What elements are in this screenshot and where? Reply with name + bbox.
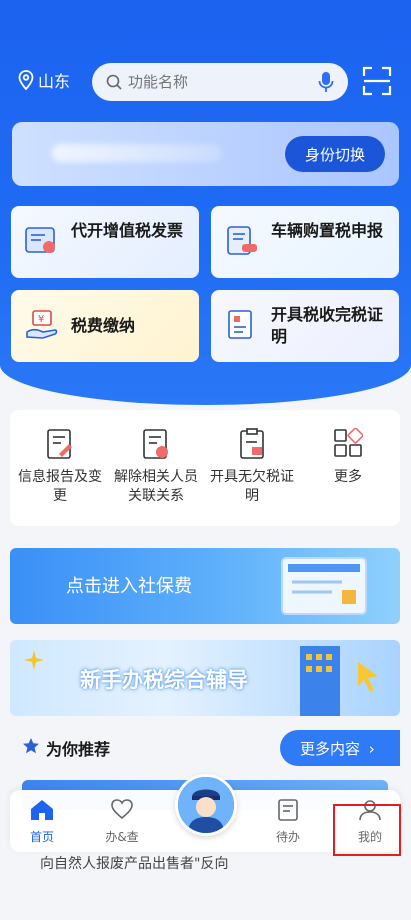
location-label: 山东 xyxy=(38,72,71,91)
invoice-icon xyxy=(25,227,55,253)
quick-info-report[interactable]: 信息报告及变更 xyxy=(12,428,108,506)
more-content-label: 更多内容 xyxy=(300,739,361,758)
banner-title: 新手办税综合辅导 xyxy=(80,668,248,692)
tab-label: 待办 xyxy=(275,830,300,844)
sparkle-icon xyxy=(24,650,44,670)
location-pin-icon xyxy=(18,70,34,90)
top-bar: 山东 xyxy=(0,62,411,102)
quick-no-arrears-certificate[interactable]: 开具无欠税证明 xyxy=(204,428,300,506)
info-report-icon xyxy=(47,429,72,459)
building-illustration-icon xyxy=(300,646,378,716)
chevron-right-icon: › xyxy=(368,739,375,758)
quick-unlink-relation[interactable]: 解除相关人员关联关系 xyxy=(108,428,204,506)
quick-label: 更多 xyxy=(334,469,362,485)
tab-home[interactable]: 首页 xyxy=(12,798,72,845)
banner-title: 点击进入社保费 xyxy=(66,576,192,597)
card-label: 开具税收完税证明 xyxy=(271,305,384,346)
certificate-icon xyxy=(228,310,252,339)
star-icon xyxy=(23,738,39,754)
microphone-icon[interactable] xyxy=(318,71,334,93)
heart-hand-icon xyxy=(111,799,133,820)
identity-card: 身份切换 xyxy=(12,122,399,186)
document-illustration-icon xyxy=(281,557,367,615)
tab-label: 办&查 xyxy=(105,830,139,844)
feed-item-text[interactable]: 向自然人报废产品出售者"反向 xyxy=(40,853,228,873)
home-icon xyxy=(31,800,53,820)
search-icon xyxy=(106,74,122,90)
tab-handle-query[interactable]: 办&查 xyxy=(92,798,152,845)
card-issue-vat-invoice[interactable]: 代开增值税发票 xyxy=(11,206,199,278)
quick-label: 信息报告及变更 xyxy=(18,469,102,504)
card-label: 税费缴纳 xyxy=(71,316,136,335)
tax-officer-avatar-icon xyxy=(178,777,234,833)
identity-switch-button[interactable]: 身份切换 xyxy=(285,136,385,172)
quick-label: 开具无欠税证明 xyxy=(210,469,294,504)
tax-guide-banner[interactable]: 新手办税综合辅导 xyxy=(10,640,400,716)
todo-icon xyxy=(278,799,298,821)
card-tax-payment[interactable]: ¥ 税费缴纳 xyxy=(11,290,199,362)
assistant-avatar-button[interactable] xyxy=(175,774,237,836)
svg-text:¥: ¥ xyxy=(38,314,44,325)
hand-coin-icon: ¥ xyxy=(26,310,58,339)
clipboard-icon xyxy=(240,428,264,459)
social-security-banner[interactable]: 点击进入社保费 xyxy=(10,548,400,624)
vehicle-tax-icon xyxy=(227,226,257,255)
card-label: 车辆购置税申报 xyxy=(271,221,384,240)
scan-icon[interactable] xyxy=(362,66,392,96)
card-tax-payment-certificate[interactable]: 开具税收完税证明 xyxy=(211,290,399,362)
tab-todo[interactable]: 待办 xyxy=(258,798,318,845)
location-selector[interactable]: 山东 xyxy=(18,68,70,92)
quick-more[interactable]: 更多 xyxy=(300,428,396,487)
quick-label: 解除相关人员关联关系 xyxy=(114,469,198,504)
grid-more-icon xyxy=(334,428,363,457)
tab-label: 首页 xyxy=(29,830,54,844)
recommend-title: 为你推荐 xyxy=(46,740,111,759)
card-label: 代开增值税发票 xyxy=(71,221,184,240)
quick-actions-panel: 信息报告及变更 解除相关人员关联关系 开具无欠税证明 更多 xyxy=(10,410,400,526)
search-bar[interactable] xyxy=(92,63,348,101)
blurred-user-name xyxy=(52,144,222,162)
unlink-icon xyxy=(143,429,168,459)
highlight-box xyxy=(333,804,401,856)
recommend-header: 为你推荐 更多内容 › xyxy=(10,724,400,772)
card-vehicle-purchase-tax[interactable]: 车辆购置税申报 xyxy=(211,206,399,278)
search-input[interactable] xyxy=(128,73,298,91)
more-content-button[interactable]: 更多内容 › xyxy=(280,730,400,766)
